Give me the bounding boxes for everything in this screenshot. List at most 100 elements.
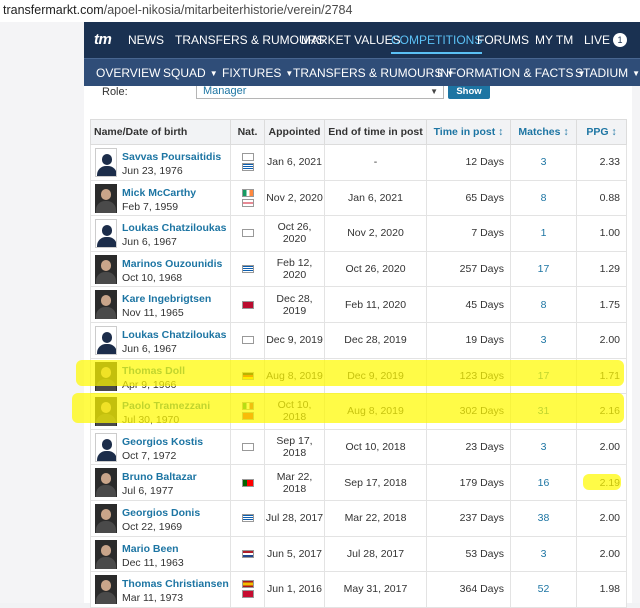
matches-link[interactable]: 52 — [510, 571, 577, 608]
avatar[interactable] — [95, 325, 117, 355]
avatar[interactable] — [95, 148, 117, 177]
name-cell: Paolo Tramezzani Jul 30, 1970 — [90, 393, 231, 430]
subnav-information-facts[interactable]: INFORMATION & FACTS ▼ — [437, 66, 585, 80]
manager-name-link[interactable]: Thomas Doll — [122, 365, 185, 377]
manager-name-link[interactable]: Loukas Chatziloukas — [122, 329, 226, 341]
appointed-cell: Dec 9, 2019 — [264, 321, 325, 359]
ppg-cell: 2.00 — [576, 499, 627, 537]
flag-cyprus-icon — [241, 153, 254, 162]
matches-link[interactable]: 8 — [510, 179, 577, 217]
avatar[interactable] — [95, 361, 117, 391]
matches-link[interactable]: 1 — [510, 215, 577, 252]
manager-name-link[interactable]: Bruno Baltazar — [122, 471, 197, 483]
table-row: Mario Been Dec 11, 1963 Jun 5, 2017 Jul 28,… — [90, 535, 627, 573]
ppg-cell: 2.16 — [576, 393, 627, 430]
subnav-transfers-rumours[interactable]: TRANSFERS & RUMOURS ▼ — [293, 66, 454, 80]
manager-name-link[interactable]: Marinos Ouzounidis — [122, 258, 222, 270]
matches-link[interactable]: 31 — [510, 393, 577, 430]
avatar[interactable] — [95, 290, 117, 320]
table-row: Paolo Tramezzani Jul 30, 1970 Oct 10, 2018… — [90, 393, 627, 430]
flag-portugal-icon — [241, 478, 254, 487]
avatar[interactable] — [95, 503, 117, 533]
subnav-fixtures[interactable]: FIXTURES ▼ — [222, 66, 293, 80]
table-body: Savvas Poursaitidis Jun 23, 1976 Jan 6, 20… — [90, 144, 627, 608]
subnav-squad[interactable]: SQUAD ▼ — [163, 66, 218, 80]
role-select-value: Manager — [203, 85, 247, 97]
manager-name-link[interactable]: Paolo Tramezzani — [122, 400, 210, 412]
nav-competitions[interactable]: COMPETITIONS — [391, 33, 483, 54]
date-of-birth: Jun 6, 1967 — [122, 236, 177, 249]
manager-name-link[interactable]: Georgios Kostis — [122, 436, 203, 448]
flag-ireland-icon — [241, 188, 254, 197]
table-row: Georgios Donis Oct 22, 1969 Jul 28, 2017 Ma… — [90, 499, 627, 537]
time-in-post-cell: 45 Days — [426, 286, 511, 323]
nationality-cell — [230, 215, 265, 252]
url-text[interactable]: transfermarkt.com/apoel-nikosia/mitarbei… — [3, 3, 352, 17]
chevron-down-icon: ▼ — [632, 69, 640, 78]
manager-name-link[interactable]: Mario Been — [122, 543, 179, 555]
ppg-cell: 0.88 — [576, 179, 627, 217]
time-in-post-cell: 23 Days — [426, 428, 511, 466]
nav-news[interactable]: NEWS — [128, 33, 164, 47]
nationality-cell — [230, 250, 265, 288]
matches-link[interactable]: 3 — [510, 321, 577, 359]
table-row: Bruno Baltazar Jul 6, 1977 Mar 22, 2018 Sep… — [90, 464, 627, 501]
end-of-post-cell: Nov 2, 2020 — [324, 215, 427, 252]
flag-norway-icon — [241, 300, 254, 309]
avatar[interactable] — [95, 254, 117, 284]
matches-link[interactable]: 3 — [510, 428, 577, 466]
date-of-birth: Nov 11, 1965 — [122, 307, 184, 320]
avatar[interactable] — [95, 183, 117, 213]
subnav-stadium[interactable]: STADIUM ▼ — [575, 66, 640, 80]
tm-logo[interactable]: tm — [94, 31, 112, 48]
col-header-matches[interactable]: Matches ↕ — [510, 119, 577, 145]
avatar[interactable] — [95, 397, 117, 427]
manager-name-link[interactable]: Thomas Christiansen — [122, 578, 229, 590]
nav-live[interactable]: LIVE 1 — [584, 33, 628, 47]
flag-germany-icon — [241, 371, 254, 380]
matches-link[interactable]: 16 — [510, 464, 577, 501]
manager-name-link[interactable]: Georgios Donis — [122, 507, 200, 519]
appointed-cell: Sep 17, 2018 — [264, 428, 325, 466]
matches-link[interactable]: 17 — [510, 250, 577, 288]
col-header-time-in-post[interactable]: Time in post ↕ — [426, 119, 511, 145]
role-select[interactable]: Manager ▼ — [196, 85, 444, 99]
avatar[interactable] — [95, 432, 117, 462]
manager-name-link[interactable]: Kare Ingebrigtsen — [122, 293, 211, 305]
col-header-name: Name/Date of birth — [90, 119, 231, 145]
col-header-ppg[interactable]: PPG ↕ — [576, 119, 627, 145]
nav-market-values[interactable]: MARKET VALUES — [301, 33, 401, 47]
avatar[interactable] — [95, 539, 117, 569]
nav-forums[interactable]: FORUMS — [477, 33, 529, 47]
time-in-post-cell: 257 Days — [426, 250, 511, 288]
flag-cyprus-icon — [241, 336, 254, 345]
subnav-overview[interactable]: OVERVIEW — [96, 66, 160, 80]
table-row: Thomas Doll Apr 9, 1966 Aug 8, 2019 Dec 9, … — [90, 357, 627, 395]
nav-my-tm[interactable]: MY TM — [535, 33, 573, 47]
name-cell: Savvas Poursaitidis Jun 23, 1976 — [90, 144, 231, 181]
staff-history-panel: Role: Manager ▼ Show Name/Date of birth … — [72, 85, 632, 608]
subnav-transfers-label: TRANSFERS & RUMOURS — [293, 66, 443, 80]
end-of-post-cell: Sep 17, 2018 — [324, 464, 427, 501]
matches-link[interactable]: 3 — [510, 535, 577, 573]
avatar[interactable] — [95, 219, 117, 249]
matches-link[interactable]: 38 — [510, 499, 577, 537]
name-cell: Bruno Baltazar Jul 6, 1977 — [90, 464, 231, 501]
ppg-cell: 1.71 — [576, 357, 627, 395]
manager-name-link[interactable]: Savvas Poursaitidis — [122, 151, 221, 163]
avatar[interactable] — [95, 575, 117, 605]
browser-address-bar[interactable]: transfermarkt.com/apoel-nikosia/mitarbei… — [0, 0, 640, 22]
end-of-post-cell: - — [324, 144, 427, 181]
show-button[interactable]: Show — [448, 86, 490, 99]
time-in-post-cell: 53 Days — [426, 535, 511, 573]
ppg-cell: 2.33 — [576, 144, 627, 181]
date-of-birth: Jul 30, 1970 — [122, 414, 180, 427]
manager-name-link[interactable]: Loukas Chatziloukas — [122, 222, 226, 234]
matches-link[interactable]: 8 — [510, 286, 577, 323]
matches-link[interactable]: 3 — [510, 144, 577, 181]
manager-name-link[interactable]: Mick McCarthy — [122, 187, 196, 199]
table-row: Loukas Chatziloukas Jun 6, 1967 Oct 26, 20… — [90, 215, 627, 252]
matches-link[interactable]: 17 — [510, 357, 577, 395]
avatar[interactable] — [95, 468, 117, 498]
name-cell: Thomas Christiansen Mar 11, 1973 — [90, 571, 231, 608]
